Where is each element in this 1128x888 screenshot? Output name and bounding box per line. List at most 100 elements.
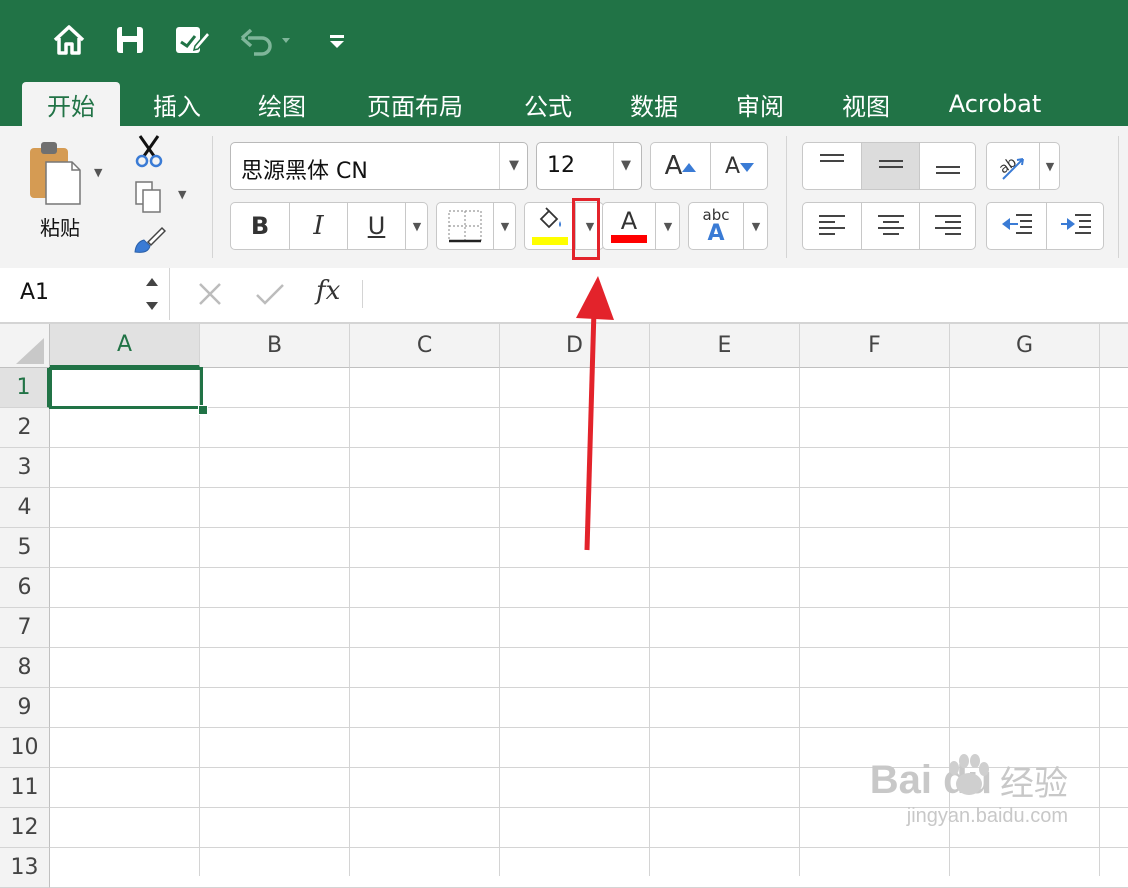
row-header-10[interactable]: 10 [0, 728, 50, 768]
grid-row-line [50, 847, 1128, 848]
align-middle-button[interactable] [861, 143, 919, 189]
fill-color-button[interactable] [525, 203, 575, 249]
bold-button[interactable]: B [231, 203, 289, 249]
borders-dropdown-icon[interactable]: ▼ [493, 203, 516, 249]
grid-column-line [349, 368, 350, 876]
font-color-dropdown-icon[interactable]: ▼ [655, 203, 680, 249]
decrease-font-size-button[interactable]: A [710, 143, 768, 189]
row-header-11[interactable]: 11 [0, 768, 50, 808]
decrease-indent-icon [1000, 212, 1034, 240]
underline-dropdown-icon[interactable]: ▼ [405, 203, 428, 249]
select-all-button[interactable] [0, 324, 50, 368]
tab-acrobat[interactable]: Acrobat [932, 82, 1058, 126]
paint-bucket-icon [535, 207, 565, 235]
row-header-2[interactable]: 2 [0, 408, 50, 448]
decrease-indent-button[interactable] [987, 203, 1046, 249]
ribbon-tab-bar: 开始 插入 绘图 页面布局 公式 数据 审阅 视图 Acrobat [0, 82, 1128, 126]
row-header-8[interactable]: 8 [0, 648, 50, 688]
insert-function-button[interactable]: fx [316, 276, 340, 306]
column-header-c[interactable]: C [350, 324, 500, 368]
tab-data[interactable]: 数据 [614, 82, 694, 126]
formula-input[interactable] [372, 274, 1112, 314]
font-name-select[interactable]: 思源黑体 CN ▼ [230, 142, 528, 190]
column-header-f[interactable]: F [800, 324, 950, 368]
column-header-g[interactable]: G [950, 324, 1100, 368]
confirm-icon[interactable] [254, 280, 286, 312]
cut-icon[interactable] [134, 134, 164, 168]
tab-insert[interactable]: 插入 [136, 82, 218, 126]
italic-button[interactable]: I [289, 203, 347, 249]
row-header-3[interactable]: 3 [0, 448, 50, 488]
decrease-font-letter: A [724, 153, 741, 179]
indent-group [986, 202, 1104, 250]
tab-formulas[interactable]: 公式 [508, 82, 588, 126]
row-header-7[interactable]: 7 [0, 608, 50, 648]
orientation-button[interactable]: ab ▼ [986, 142, 1060, 190]
font-style-group: B I U ▼ [230, 202, 428, 250]
font-color-letter: A [620, 207, 638, 235]
watermark-brand-cn: 经验 [1000, 764, 1068, 804]
row-header-5[interactable]: 5 [0, 528, 50, 568]
increase-font-size-button[interactable]: A [651, 143, 710, 189]
align-center-icon [876, 212, 906, 240]
tab-view[interactable]: 视图 [826, 82, 906, 126]
orientation-dropdown-icon[interactable]: ▼ [1039, 143, 1060, 189]
copy-icon[interactable] [134, 180, 162, 214]
ribbon-separator [786, 136, 787, 258]
phonetic-dropdown-icon[interactable]: ▼ [743, 203, 768, 249]
fill-handle[interactable] [198, 405, 208, 415]
underline-button[interactable]: U [347, 203, 405, 249]
edit-document-icon[interactable] [172, 22, 212, 58]
column-header-b[interactable]: B [200, 324, 350, 368]
borders-button[interactable]: ▼ [436, 202, 516, 250]
tab-draw[interactable]: 绘图 [242, 82, 322, 126]
column-header-partial[interactable] [1100, 324, 1128, 368]
format-painter-icon[interactable] [132, 224, 167, 256]
align-left-button[interactable] [803, 203, 861, 249]
grid-column-line [1099, 368, 1100, 876]
align-bottom-button[interactable] [919, 143, 976, 189]
undo-icon[interactable] [238, 22, 298, 58]
column-header-e[interactable]: E [650, 324, 800, 368]
align-right-button[interactable] [919, 203, 976, 249]
cancel-icon[interactable] [196, 280, 224, 312]
grid-row-line [50, 687, 1128, 688]
paste-dropdown-icon[interactable]: ▼ [94, 166, 102, 179]
column-header-a[interactable]: A [50, 324, 200, 368]
font-name-value: 思源黑体 CN [241, 159, 368, 184]
align-top-button[interactable] [803, 143, 861, 189]
customize-toolbar-icon[interactable] [326, 22, 348, 58]
font-size-select[interactable]: 12 ▼ [536, 142, 642, 190]
field-divider [499, 143, 500, 189]
save-icon[interactable] [112, 22, 148, 58]
paste-icon[interactable] [26, 138, 82, 208]
align-left-icon [817, 212, 847, 240]
row-header-1[interactable]: 1 [0, 368, 50, 408]
font-size-dropdown-icon[interactable]: ▼ [621, 158, 631, 173]
font-name-dropdown-icon[interactable]: ▼ [509, 158, 519, 173]
tab-review[interactable]: 审阅 [720, 82, 800, 126]
copy-dropdown-icon[interactable]: ▼ [178, 188, 186, 201]
name-box-stepper-icon[interactable] [144, 274, 160, 318]
fill-color-swatch [532, 237, 568, 245]
horizontal-align-group [802, 202, 976, 250]
phonetic-guide-button[interactable]: abc A [689, 203, 743, 249]
paw-icon [944, 754, 990, 802]
home-icon[interactable] [50, 22, 88, 58]
paste-label[interactable]: 粘贴 [40, 212, 80, 241]
row-header-9[interactable]: 9 [0, 688, 50, 728]
tab-page-layout[interactable]: 页面布局 [348, 82, 482, 126]
align-right-icon [933, 212, 963, 240]
row-header-6[interactable]: 6 [0, 568, 50, 608]
phonetic-bottom-letter: A [707, 221, 725, 246]
align-center-button[interactable] [861, 203, 919, 249]
row-header-4[interactable]: 4 [0, 488, 50, 528]
row-header-13[interactable]: 13 [0, 848, 50, 888]
tab-home[interactable]: 开始 [22, 82, 120, 126]
name-box[interactable]: A1 [0, 268, 170, 320]
selected-cell-a1[interactable] [49, 367, 203, 409]
baidu-watermark: Bai du 经验 jingyan.baidu.com [870, 754, 1068, 828]
row-header-12[interactable]: 12 [0, 808, 50, 848]
increase-indent-button[interactable] [1046, 203, 1104, 249]
font-color-button[interactable]: A [603, 203, 655, 249]
